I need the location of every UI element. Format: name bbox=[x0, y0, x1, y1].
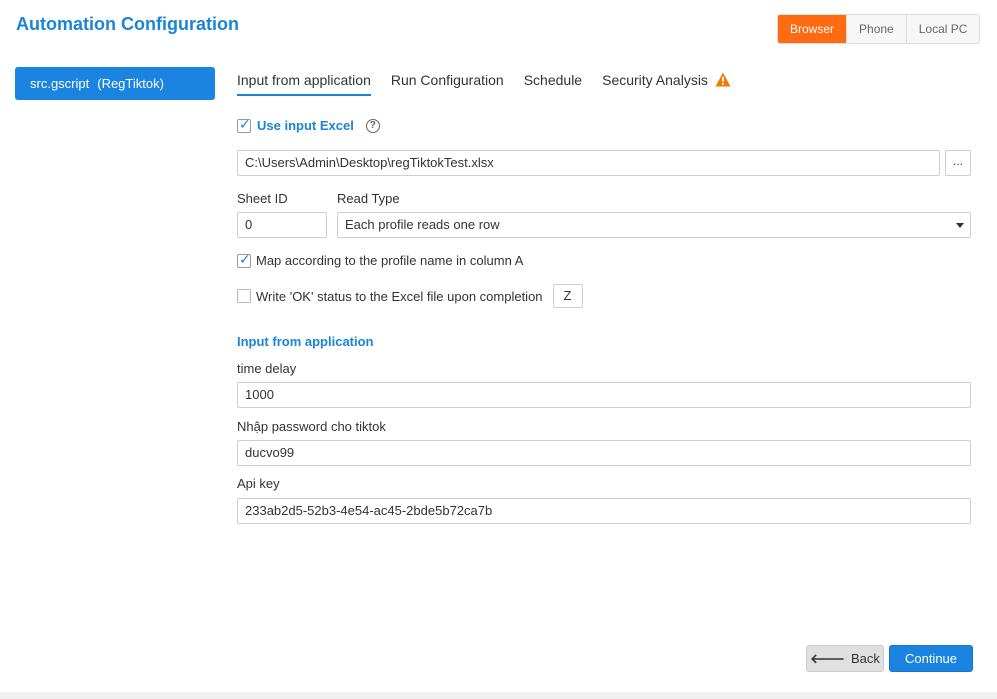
map-profile-checkbox[interactable] bbox=[237, 251, 251, 268]
back-label: Back bbox=[850, 651, 880, 666]
tab-input-from-application[interactable]: Input from application bbox=[237, 68, 371, 96]
mode-browser-button[interactable]: Browser bbox=[778, 15, 847, 43]
api-key-label: Api key bbox=[237, 476, 280, 491]
automation-config-window: Automation Configuration Browser Phone L… bbox=[0, 0, 997, 692]
use-excel-row: Use input Excel ? bbox=[237, 116, 380, 133]
tab-label: Input from application bbox=[237, 72, 371, 88]
time-delay-input[interactable]: 1000 bbox=[237, 382, 971, 408]
arrow-left-icon: 🡐 bbox=[810, 651, 845, 666]
time-delay-label: time delay bbox=[237, 361, 297, 376]
write-ok-row: Write 'OK' status to the Excel file upon… bbox=[237, 284, 583, 308]
continue-button[interactable]: Continue bbox=[889, 645, 973, 672]
tab-run-configuration[interactable]: Run Configuration bbox=[391, 68, 504, 96]
map-profile-row: Map according to the profile name in col… bbox=[237, 251, 524, 268]
api-key-input[interactable]: 233ab2d5-52b3-4e54-ac45-2bde5b72ca7b bbox=[237, 498, 971, 524]
tab-security-analysis[interactable]: Security Analysis bbox=[602, 68, 731, 96]
use-excel-label: Use input Excel bbox=[257, 118, 354, 133]
write-ok-checkbox[interactable] bbox=[237, 289, 251, 303]
password-label: Nhập password cho tiktok bbox=[237, 419, 386, 434]
sheet-id-label: Sheet ID bbox=[237, 191, 288, 206]
read-type-select[interactable]: Each profile reads one row bbox=[337, 212, 971, 238]
page-title: Automation Configuration bbox=[16, 14, 239, 34]
use-excel-checkbox[interactable] bbox=[237, 116, 251, 133]
read-type-value: Each profile reads one row bbox=[345, 217, 500, 232]
script-name: src.gscript bbox=[30, 76, 90, 91]
tab-schedule[interactable]: Schedule bbox=[524, 68, 582, 96]
tab-label: Security Analysis bbox=[602, 72, 708, 88]
help-icon[interactable]: ? bbox=[365, 118, 380, 133]
warning-icon bbox=[715, 72, 731, 87]
read-type-label: Read Type bbox=[337, 191, 400, 206]
sidebar-script-item[interactable]: src.gscript (RegTiktok) bbox=[15, 67, 215, 100]
inputs-section-title: Input from application bbox=[237, 334, 374, 349]
browse-file-button[interactable]: ... bbox=[945, 150, 971, 176]
tab-label: Schedule bbox=[523, 72, 583, 88]
sheet-id-input[interactable]: 0 bbox=[237, 212, 327, 238]
password-input[interactable]: ducvo99 bbox=[237, 440, 971, 466]
config-tabs: Input from application Run Configuration… bbox=[237, 68, 751, 96]
tab-label: Run Configuration bbox=[390, 72, 504, 88]
script-tag: (RegTiktok) bbox=[97, 76, 164, 91]
write-ok-column-input[interactable]: Z bbox=[552, 284, 583, 308]
excel-file-path-input[interactable]: C:\Users\Admin\Desktop\regTiktokTest.xls… bbox=[237, 150, 940, 176]
back-button[interactable]: 🡐 Back bbox=[806, 645, 884, 672]
mode-phone-button[interactable]: Phone bbox=[846, 15, 906, 43]
chevron-down-icon bbox=[956, 223, 964, 228]
mode-toggle: Browser Phone Local PC bbox=[777, 14, 981, 44]
map-profile-label: Map according to the profile name in col… bbox=[256, 253, 524, 268]
mode-local-pc-button[interactable]: Local PC bbox=[905, 15, 980, 43]
write-ok-label: Write 'OK' status to the Excel file upon… bbox=[256, 288, 543, 304]
